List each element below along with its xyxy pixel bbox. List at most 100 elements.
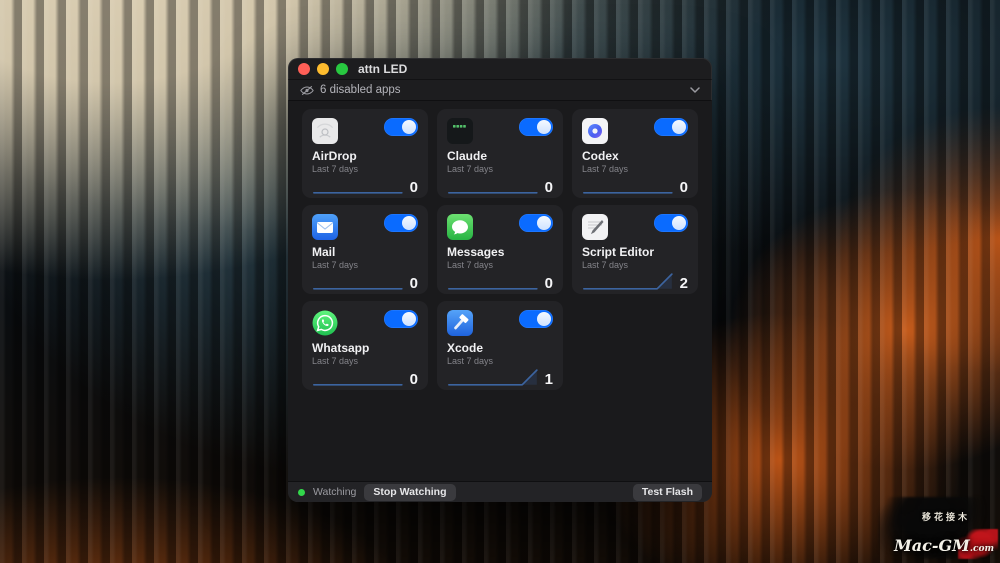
app-name-label: Codex [582,150,688,163]
activity-sparkline [312,270,404,292]
app-card-xcode: Xcode Last 7 days 1 [437,301,563,390]
window-content: AirDrop Last 7 days 0 Claude Last 7 days… [288,101,712,481]
watermark-site-text: Mac-GM.com [894,536,994,555]
app-enabled-toggle[interactable] [384,214,418,232]
card-spark-row: 0 [447,174,553,196]
activity-sparkline [447,366,539,388]
app-count-value: 0 [410,276,418,292]
app-enabled-toggle[interactable] [519,118,553,136]
toggle-knob [537,312,551,326]
close-window-button[interactable] [298,63,310,75]
watermark: 移花接木 Mac-GM.com [878,497,996,559]
toggle-knob [672,120,686,134]
card-header [582,118,688,144]
app-enabled-toggle[interactable] [519,310,553,328]
toggle-knob [402,312,416,326]
card-spark-row: 1 [447,366,553,388]
app-period-label: Last 7 days [312,260,418,270]
test-flash-button[interactable]: Test Flash [633,484,702,501]
activity-sparkline [447,174,539,196]
app-card-claude: Claude Last 7 days 0 [437,109,563,198]
activity-sparkline [312,174,404,196]
airdrop-icon [312,118,338,144]
activity-sparkline [582,270,674,292]
app-enabled-toggle[interactable] [654,214,688,232]
app-enabled-toggle[interactable] [654,118,688,136]
app-count-value: 1 [545,372,553,388]
app-enabled-toggle[interactable] [519,214,553,232]
xcode-icon [447,310,473,336]
app-name-label: Xcode [447,342,553,355]
app-count-value: 2 [680,276,688,292]
toggle-knob [402,120,416,134]
activity-sparkline [447,270,539,292]
app-name-label: Mail [312,246,418,259]
card-header [582,214,688,240]
script-editor-icon [582,214,608,240]
messages-icon [447,214,473,240]
app-count-value: 0 [410,372,418,388]
app-card-mail: Mail Last 7 days 0 [302,205,428,294]
app-enabled-toggle[interactable] [384,310,418,328]
card-header [312,118,418,144]
app-count-value: 0 [545,180,553,196]
card-header [447,310,553,336]
toggle-knob [537,120,551,134]
toggle-knob [537,216,551,230]
chevron-down-icon[interactable] [690,87,700,93]
app-period-label: Last 7 days [447,260,553,270]
traffic-lights [298,63,348,75]
card-spark-row: 2 [582,270,688,292]
app-period-label: Last 7 days [582,260,688,270]
app-count-value: 0 [680,180,688,196]
card-spark-row: 0 [312,174,418,196]
app-name-label: Script Editor [582,246,688,259]
app-enabled-toggle[interactable] [384,118,418,136]
app-period-label: Last 7 days [447,356,553,366]
app-period-label: Last 7 days [312,356,418,366]
card-header [447,118,553,144]
card-header [447,214,553,240]
stop-watching-button[interactable]: Stop Watching [364,484,455,501]
toggle-knob [402,216,416,230]
app-count-value: 0 [410,180,418,196]
app-period-label: Last 7 days [582,164,688,174]
card-header [312,214,418,240]
card-spark-row: 0 [447,270,553,292]
window-footer: Watching Stop Watching Test Flash [288,481,712,502]
attn-led-window: attn LED 6 disabled apps AirDrop Last 7 … [288,58,712,502]
toggle-knob [672,216,686,230]
whatsapp-icon [312,310,338,336]
codex-icon [582,118,608,144]
app-name-label: Messages [447,246,553,259]
app-card-messages: Messages Last 7 days 0 [437,205,563,294]
watching-status-dot [298,489,305,496]
app-count-value: 0 [545,276,553,292]
app-card-codex: Codex Last 7 days 0 [572,109,698,198]
app-card-airdrop: AirDrop Last 7 days 0 [302,109,428,198]
activity-sparkline [582,174,674,196]
claude-icon [447,118,473,144]
watching-status-label: Watching [313,486,356,498]
card-spark-row: 0 [312,366,418,388]
disabled-apps-row[interactable]: 6 disabled apps [288,80,712,101]
zoom-window-button[interactable] [336,63,348,75]
card-spark-row: 0 [582,174,688,196]
window-titlebar: attn LED [288,58,712,80]
app-name-label: Claude [447,150,553,163]
app-card-whatsapp: Whatsapp Last 7 days 0 [302,301,428,390]
window-title: attn LED [358,62,407,76]
minimize-window-button[interactable] [317,63,329,75]
mail-icon [312,214,338,240]
activity-sparkline [312,366,404,388]
app-name-label: Whatsapp [312,342,418,355]
app-name-label: AirDrop [312,150,418,163]
card-header [312,310,418,336]
eye-slash-icon [300,85,314,96]
card-spark-row: 0 [312,270,418,292]
disabled-apps-label: 6 disabled apps [320,84,401,96]
watermark-cn-text: 移花接木 [922,510,970,523]
app-grid: AirDrop Last 7 days 0 Claude Last 7 days… [288,101,712,398]
app-period-label: Last 7 days [312,164,418,174]
app-period-label: Last 7 days [447,164,553,174]
